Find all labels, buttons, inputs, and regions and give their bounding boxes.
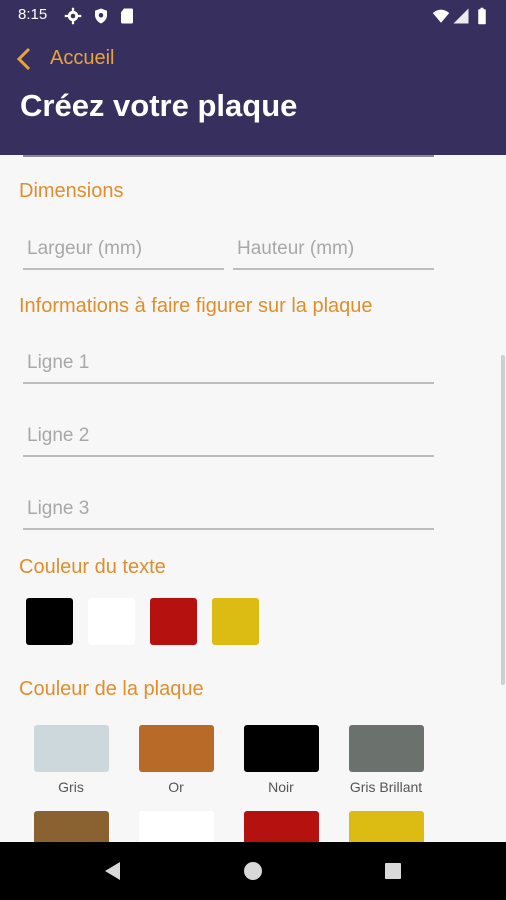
sd-card-icon <box>121 8 133 24</box>
plate-color-swatch[interactable] <box>349 725 424 772</box>
info-title: Informations à faire figurer sur la plaq… <box>19 295 373 317</box>
width-input[interactable] <box>23 230 224 268</box>
home-nav-icon[interactable] <box>236 854 270 888</box>
text-color-swatch-red[interactable] <box>150 598 197 645</box>
plate-color-title: Couleur de la plaque <box>19 678 204 700</box>
height-field[interactable] <box>233 230 434 270</box>
plate-color-swatch[interactable] <box>349 811 424 842</box>
chevron-left-icon <box>16 47 31 71</box>
height-input[interactable] <box>233 230 434 268</box>
wifi-icon <box>432 9 450 23</box>
divider <box>23 155 434 157</box>
line3-field[interactable] <box>23 490 434 530</box>
dimensions-title: Dimensions <box>19 180 124 202</box>
form-content[interactable]: Dimensions Informations à faire figurer … <box>0 155 506 842</box>
text-color-swatch-black[interactable] <box>26 598 73 645</box>
back-label: Accueil <box>50 47 115 69</box>
text-color-swatch-yellow[interactable] <box>212 598 259 645</box>
text-color-title: Couleur du texte <box>19 556 166 578</box>
text-color-swatch-white[interactable] <box>88 598 135 645</box>
plate-color-label: Or <box>168 779 184 795</box>
plate-color-swatch[interactable] <box>34 811 109 842</box>
plate-color-swatch[interactable] <box>244 811 319 842</box>
battery-icon <box>478 7 486 25</box>
plate-color-label: Gris <box>58 779 84 795</box>
plate-color-swatch[interactable] <box>139 725 214 772</box>
page-title: Créez votre plaque <box>20 88 298 123</box>
signal-icon <box>453 8 469 24</box>
plate-color-label: Noir <box>268 779 294 795</box>
navigation-bar <box>0 842 506 900</box>
recents-nav-icon[interactable] <box>376 854 410 888</box>
app-header: 8:15 Accueil Créez votre plaque <box>0 0 506 155</box>
line1-input[interactable] <box>23 344 434 382</box>
status-bar: 8:15 <box>0 0 506 32</box>
line2-input[interactable] <box>23 417 434 455</box>
line3-input[interactable] <box>23 490 434 528</box>
line1-field[interactable] <box>23 344 434 384</box>
scrollbar[interactable] <box>501 355 505 685</box>
back-nav-icon[interactable] <box>96 854 130 888</box>
plate-color-swatch[interactable] <box>244 725 319 772</box>
status-time: 8:15 <box>18 6 48 23</box>
plate-color-swatch[interactable] <box>34 725 109 772</box>
plate-color-swatch[interactable] <box>139 811 214 842</box>
shield-icon <box>95 8 107 24</box>
width-field[interactable] <box>23 230 224 270</box>
back-button[interactable]: Accueil <box>0 40 300 80</box>
plate-color-label: Gris Brillant <box>349 779 423 795</box>
settings-icon <box>64 7 82 25</box>
line2-field[interactable] <box>23 417 434 457</box>
